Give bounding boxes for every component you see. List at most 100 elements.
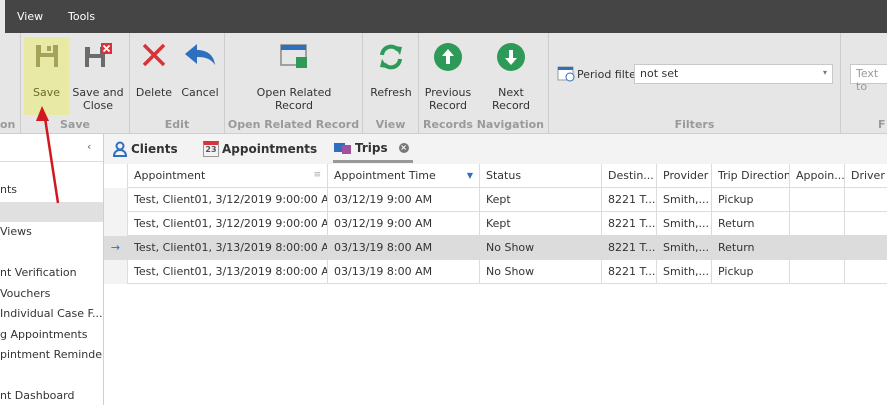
period-filter-dropdown[interactable]: not set ▾	[634, 64, 833, 84]
user-icon	[112, 141, 128, 157]
column-header[interactable]: Destin...	[602, 164, 657, 188]
sidebar-item[interactable]: Vouchers	[0, 284, 103, 304]
table-cell[interactable]: Smith,...	[657, 188, 712, 212]
tab-trips[interactable]: Trips ×	[334, 141, 409, 155]
search-input[interactable]: Text to	[850, 64, 887, 93]
table-cell[interactable]: 03/13/19 8:00 AM	[328, 236, 480, 260]
sidebar-item[interactable]: pintment Reminder...	[0, 345, 103, 365]
column-header[interactable]: Driver	[845, 164, 887, 188]
table-cell[interactable]: Return	[712, 236, 790, 260]
table-cell[interactable]: Return	[712, 212, 790, 236]
table-cell[interactable]: 03/12/19 9:00 AM	[328, 188, 480, 212]
row-indicator[interactable]	[104, 212, 128, 236]
table-cell[interactable]	[790, 236, 845, 260]
tab-label: Clients	[131, 142, 178, 156]
table-cell[interactable]	[845, 212, 887, 236]
label-line: Previous	[424, 86, 472, 99]
sidebar-item[interactable]: nt Dashboard	[0, 386, 103, 406]
column-header[interactable]: Appoin...	[790, 164, 845, 188]
refresh-button[interactable]: Refresh	[366, 37, 416, 115]
table-cell[interactable]: Pickup	[712, 260, 790, 284]
table-row[interactable]: Test, Client01, 3/12/2019 9:00:00 AM 03/1…	[104, 188, 887, 212]
column-header[interactable]: Status	[480, 164, 602, 188]
table-cell[interactable]: Test, Client01, 3/12/2019 9:00:00 AM	[128, 188, 328, 212]
grid-header[interactable]: Appointment ≡ Appointment Time ▼ Status Desti…	[104, 164, 887, 188]
table-cell[interactable]: Kept	[480, 188, 602, 212]
table-cell[interactable]	[790, 188, 845, 212]
current-row-arrow-icon[interactable]: →	[104, 236, 128, 260]
table-cell[interactable]: 8221 T...	[602, 188, 657, 212]
sort-icon[interactable]: ≡	[313, 164, 321, 187]
table-cell[interactable]: No Show	[480, 260, 602, 284]
table-cell[interactable]: Test, Client01, 3/13/2019 8:00:00 AM	[128, 236, 328, 260]
collapse-sidebar-icon[interactable]: ‹	[87, 140, 91, 153]
chevron-down-icon: ▾	[822, 68, 827, 77]
document-tabs: Clients 23 Appointments Trips ×	[104, 134, 887, 164]
table-cell[interactable]: No Show	[480, 236, 602, 260]
table-cell[interactable]	[845, 188, 887, 212]
table-row[interactable]: → Test, Client01, 3/13/2019 8:00:00 AM 03/…	[104, 236, 887, 260]
column-header[interactable]: Appointment Time ▼	[328, 164, 480, 188]
save-close-icon	[85, 43, 112, 67]
row-indicator[interactable]	[104, 164, 128, 188]
table-cell[interactable]: Test, Client01, 3/13/2019 8:00:00 AM	[128, 260, 328, 284]
filter-icon[interactable]: ▼	[467, 164, 473, 187]
table-cell[interactable]: Smith,...	[657, 260, 712, 284]
menu-tools[interactable]: Tools	[68, 10, 95, 23]
close-tab-icon[interactable]: ×	[398, 143, 409, 153]
save-button[interactable]: Save	[24, 37, 69, 115]
open-related-record-button[interactable]: Open Related Record	[250, 37, 338, 115]
table-cell[interactable]	[845, 236, 887, 260]
table-cell[interactable]: Smith,...	[657, 212, 712, 236]
next-record-label: Next Record	[491, 86, 530, 112]
delete-label: Delete	[135, 86, 173, 99]
sidebar: ‹ nts Views nt Verification Vouchers Ind…	[0, 134, 104, 405]
table-cell[interactable]: 03/13/19 8:00 AM	[328, 260, 480, 284]
table-cell[interactable]: 03/12/19 9:00 AM	[328, 212, 480, 236]
group-label: on	[0, 118, 16, 131]
table-cell[interactable]	[845, 260, 887, 284]
table-row[interactable]: Test, Client01, 3/12/2019 9:00:00 AM 03/1…	[104, 212, 887, 236]
table-row[interactable]: Test, Client01, 3/13/2019 8:00:00 AM 03/1…	[104, 260, 887, 284]
period-filter-icon	[557, 66, 575, 82]
sidebar-item-selected[interactable]	[0, 202, 103, 222]
group-label-open-related: Open Related Record	[227, 118, 360, 131]
sidebar-item[interactable]: nt Verification	[0, 263, 103, 283]
sidebar-item[interactable]: nts	[0, 180, 103, 200]
row-indicator[interactable]	[104, 260, 128, 284]
sidebar-item[interactable]: g Appointments	[0, 325, 103, 345]
table-cell[interactable]: 8221 T...	[602, 236, 657, 260]
divider	[0, 161, 103, 162]
table-cell[interactable]: Kept	[480, 212, 602, 236]
sidebar-item[interactable]: Individual Case F...	[0, 304, 103, 324]
calendar-icon: 23	[203, 141, 219, 157]
table-cell[interactable]	[790, 212, 845, 236]
tab-clients[interactable]: Clients	[112, 141, 178, 157]
group-label: F	[878, 118, 886, 131]
menu-tab-active[interactable]	[0, 0, 5, 33]
undo-arrow-icon	[185, 44, 215, 65]
table-cell[interactable]: Test, Client01, 3/12/2019 9:00:00 AM	[128, 212, 328, 236]
column-header[interactable]: Trip Direction	[712, 164, 790, 188]
table-cell[interactable]: 8221 T...	[602, 212, 657, 236]
cancel-button[interactable]: Cancel	[178, 37, 222, 115]
table-cell[interactable]: Pickup	[712, 188, 790, 212]
column-header[interactable]: Provider	[657, 164, 712, 188]
column-header[interactable]: Appointment ≡	[128, 164, 328, 188]
group-label-filters: Filters	[674, 118, 715, 131]
save-and-close-button[interactable]: Save and Close	[72, 37, 124, 115]
row-indicator[interactable]	[104, 188, 128, 212]
delete-button[interactable]: Delete	[134, 37, 174, 115]
next-record-button[interactable]: Next Record	[478, 37, 544, 115]
tab-appointments[interactable]: 23 Appointments	[203, 141, 317, 157]
menu-view[interactable]: View	[17, 10, 43, 23]
label-line: Save and	[72, 86, 124, 99]
table-cell[interactable]	[790, 260, 845, 284]
sidebar-item[interactable]: Views	[0, 222, 103, 242]
save-label: Save	[32, 86, 60, 99]
label-line: Record	[428, 99, 467, 112]
previous-record-button[interactable]: Previous Record	[422, 37, 474, 115]
table-cell[interactable]: 8221 T...	[602, 260, 657, 284]
divider	[840, 33, 841, 133]
table-cell[interactable]: Smith,...	[657, 236, 712, 260]
